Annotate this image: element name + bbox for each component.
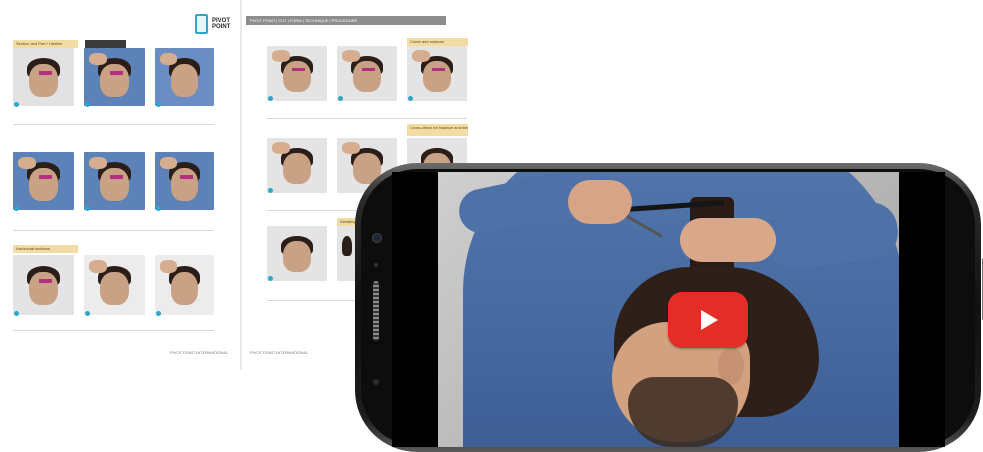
step-label-2: Horizontal sections (13, 245, 78, 253)
step-label-1: Section and Part / Hairline (13, 40, 78, 48)
step-photo (267, 46, 327, 101)
step-number (14, 311, 19, 316)
play-icon (701, 310, 718, 330)
stylist-hand-right (680, 218, 776, 262)
step-photo (84, 255, 145, 315)
step-photo (337, 46, 397, 101)
tool-bar-label (85, 40, 126, 48)
step-number (14, 102, 19, 107)
breadcrumb-bar: PIVOT POINT | CUT | FORM | TECHNIQUE | P… (246, 16, 446, 25)
step-photo (155, 255, 214, 315)
front-camera-icon (372, 233, 382, 243)
step-number (85, 102, 90, 107)
home-button[interactable] (373, 379, 379, 385)
left-page: PIVOT POINT Section and Part / Hairline … (0, 0, 240, 370)
step-photo (13, 152, 74, 210)
phone-screen (392, 172, 945, 447)
client-beard (628, 377, 738, 447)
logo-text: PIVOT POINT (212, 18, 231, 30)
play-button[interactable] (668, 292, 748, 348)
step-photo (13, 48, 74, 106)
step-photo (155, 48, 214, 106)
brand-logo: PIVOT POINT (195, 14, 238, 34)
step-number (156, 311, 161, 316)
stylist-hand-left (568, 180, 632, 224)
step-photo (267, 138, 327, 193)
speaker-grille-icon (373, 281, 379, 341)
step-number (156, 102, 161, 107)
step-photo (337, 226, 357, 281)
divider (267, 118, 467, 119)
step-number (408, 96, 413, 101)
step-label-4: Cross-check for balance and blending (407, 124, 468, 136)
sensor-icon (374, 263, 378, 267)
step-photo (84, 48, 145, 106)
left-footer: PIVOT POINT INTERNATIONAL (170, 350, 229, 355)
step-photo (13, 255, 74, 315)
step-photo (407, 46, 467, 101)
step-number (85, 311, 90, 316)
divider (13, 124, 214, 125)
step-number (85, 206, 90, 211)
step-number (268, 188, 273, 193)
video-player[interactable] (438, 172, 899, 447)
step-label-3: Comb and scissors (407, 38, 468, 46)
logo-icon (195, 14, 208, 34)
divider (13, 330, 214, 331)
step-number (268, 276, 273, 281)
step-number (156, 206, 161, 211)
divider (13, 230, 214, 231)
breadcrumb: PIVOT POINT | CUT | FORM | TECHNIQUE | P… (250, 18, 358, 23)
step-number (14, 206, 19, 211)
step-photo (84, 152, 145, 210)
step-number (338, 96, 343, 101)
step-photo (267, 226, 327, 281)
step-number (268, 96, 273, 101)
right-footer: PIVOT POINT INTERNATIONAL (250, 350, 309, 355)
step-photo (155, 152, 214, 210)
